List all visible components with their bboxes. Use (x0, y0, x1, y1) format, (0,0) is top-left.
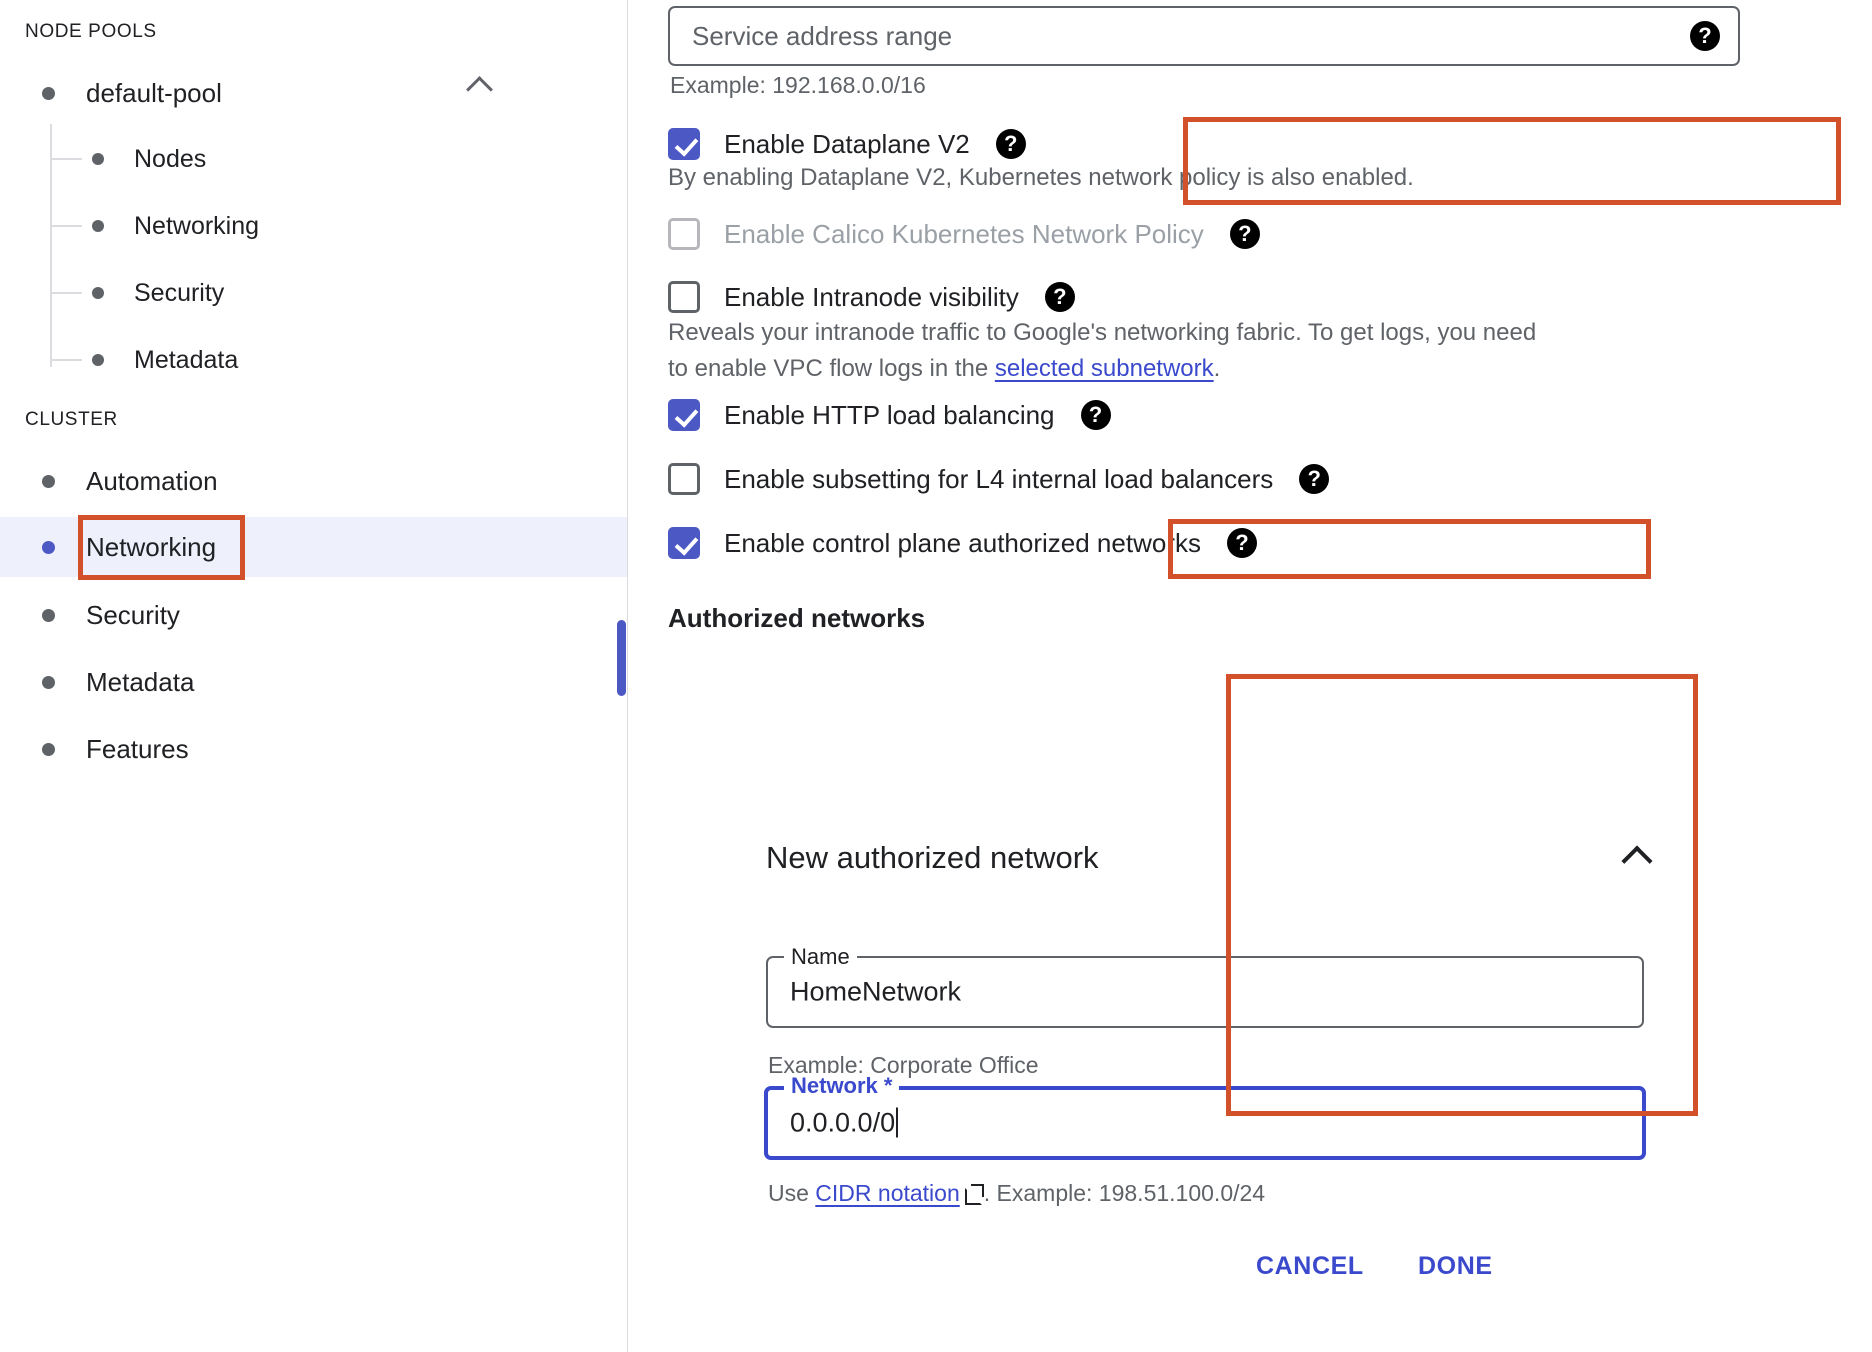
chevron-up-icon[interactable] (470, 80, 500, 106)
enable-l4-subsetting-row[interactable]: Enable subsetting for L4 internal load b… (668, 463, 1329, 495)
bullet-icon (92, 287, 104, 299)
sidebar-item-label: Metadata (86, 667, 194, 698)
enable-dataplane-v2-checkbox[interactable] (668, 128, 700, 160)
sidebar-item-metadata[interactable]: Metadata (0, 651, 628, 713)
help-icon[interactable]: ? (1081, 400, 1111, 430)
help-icon[interactable]: ? (1690, 21, 1720, 51)
card-title: New authorized network (766, 840, 1099, 876)
bullet-icon (92, 220, 104, 232)
sidebar-item-pool-nodes[interactable]: Nodes (0, 128, 628, 190)
sidebar-section-cluster: CLUSTER (25, 409, 118, 431)
enable-dataplane-v2-description: By enabling Dataplane V2, Kubernetes net… (668, 160, 1414, 196)
sidebar-item-label: Automation (86, 466, 218, 497)
sidebar: NODE POOLS default-pool Nodes Networking… (0, 0, 628, 1352)
network-field-value: 0.0.0.0/0 (790, 1108, 898, 1139)
help-icon[interactable]: ? (1299, 464, 1329, 494)
authorized-network-name-input[interactable]: Name HomeNetwork (766, 956, 1644, 1028)
enable-intranode-visibility-row[interactable]: Enable Intranode visibility ? (668, 281, 1075, 313)
bullet-icon (42, 676, 55, 689)
sidebar-item-pool-metadata[interactable]: Metadata (0, 329, 628, 391)
sidebar-item-label: Nodes (134, 145, 206, 174)
service-address-range-input[interactable]: Service address range ? (668, 6, 1740, 66)
enable-dataplane-v2-label: Enable Dataplane V2 (724, 129, 970, 160)
enable-l4-subsetting-checkbox[interactable] (668, 463, 700, 495)
enable-intranode-visibility-description: Reveals your intranode traffic to Google… (668, 315, 1538, 387)
sidebar-item-features[interactable]: Features (0, 718, 628, 780)
sidebar-item-label: Features (86, 734, 189, 765)
bullet-icon (92, 354, 104, 366)
enable-http-load-balancing-label: Enable HTTP load balancing (724, 400, 1055, 431)
enable-http-load-balancing-row[interactable]: Enable HTTP load balancing ? (668, 399, 1111, 431)
enable-intranode-visibility-label: Enable Intranode visibility (724, 282, 1019, 313)
enable-calico-network-policy-checkbox[interactable] (668, 218, 700, 250)
sidebar-item-automation[interactable]: Automation (0, 450, 628, 512)
name-field-label: Name (784, 944, 857, 970)
sidebar-item-networking[interactable]: Networking (0, 517, 628, 577)
bullet-icon (42, 743, 55, 756)
external-link-icon (965, 1184, 984, 1203)
text-caret (896, 1108, 898, 1138)
service-address-range-hint: Example: 192.168.0.0/16 (670, 72, 926, 99)
sidebar-item-default-pool[interactable]: default-pool (0, 62, 628, 124)
done-button[interactable]: DONE (1404, 1242, 1507, 1291)
enable-intranode-visibility-checkbox[interactable] (668, 281, 700, 313)
enable-dataplane-v2-row[interactable]: Enable Dataplane V2 ? (668, 128, 1026, 160)
network-field-text: 0.0.0.0/0 (790, 1108, 895, 1138)
sidebar-item-label: Networking (134, 212, 259, 241)
selected-subnetwork-link[interactable]: selected subnetwork (995, 355, 1214, 382)
sidebar-item-label: Metadata (134, 346, 238, 375)
enable-control-plane-authorized-networks-row[interactable]: Enable control plane authorized networks… (668, 527, 1257, 559)
enable-http-load-balancing-checkbox[interactable] (668, 399, 700, 431)
bullet-icon (42, 475, 55, 488)
cidr-notation-link[interactable]: CIDR notation (815, 1180, 959, 1206)
help-icon[interactable]: ? (1230, 219, 1260, 249)
enable-calico-network-policy-label: Enable Calico Kubernetes Network Policy (724, 219, 1204, 250)
chevron-up-icon[interactable] (1626, 850, 1648, 872)
sidebar-item-label: Security (134, 279, 224, 308)
service-address-range-placeholder: Service address range (692, 21, 952, 52)
hint-text-post: . Example: 198.51.100.0/24 (984, 1180, 1265, 1206)
gke-networking-page: NODE POOLS default-pool Nodes Networking… (0, 0, 1872, 1352)
network-field-label: Network * (784, 1073, 899, 1099)
hint-text-pre: Use (768, 1180, 815, 1206)
network-field-hint: Use CIDR notation . Example: 198.51.100.0… (768, 1180, 1265, 1207)
bullet-icon (42, 87, 55, 100)
enable-control-plane-authorized-networks-checkbox[interactable] (668, 527, 700, 559)
bullet-icon (42, 541, 55, 554)
sidebar-item-label: default-pool (86, 78, 222, 109)
help-icon[interactable]: ? (1227, 528, 1257, 558)
sidebar-section-node-pools: NODE POOLS (25, 21, 157, 43)
authorized-network-cidr-input[interactable]: Network * 0.0.0.0/0 (764, 1086, 1646, 1160)
description-text-post: . (1214, 355, 1221, 382)
sidebar-item-security[interactable]: Security (0, 584, 628, 646)
bullet-icon (92, 153, 104, 165)
sidebar-item-pool-networking[interactable]: Networking (0, 195, 628, 257)
new-authorized-network-card: New authorized network Name HomeNetwork … (724, 812, 1692, 1322)
authorized-networks-heading: Authorized networks (668, 603, 925, 634)
sidebar-item-label: Security (86, 600, 180, 631)
help-icon[interactable]: ? (996, 129, 1026, 159)
enable-calico-network-policy-row[interactable]: Enable Calico Kubernetes Network Policy … (668, 218, 1260, 250)
sidebar-item-pool-security[interactable]: Security (0, 262, 628, 324)
enable-control-plane-authorized-networks-label: Enable control plane authorized networks (724, 528, 1201, 559)
cancel-button[interactable]: CANCEL (1242, 1242, 1378, 1291)
name-field-value: HomeNetwork (790, 977, 961, 1008)
help-icon[interactable]: ? (1045, 282, 1075, 312)
enable-l4-subsetting-label: Enable subsetting for L4 internal load b… (724, 464, 1273, 495)
bullet-icon (42, 609, 55, 622)
sidebar-item-label: Networking (86, 532, 216, 563)
sidebar-scrollbar-thumb[interactable] (617, 620, 626, 696)
